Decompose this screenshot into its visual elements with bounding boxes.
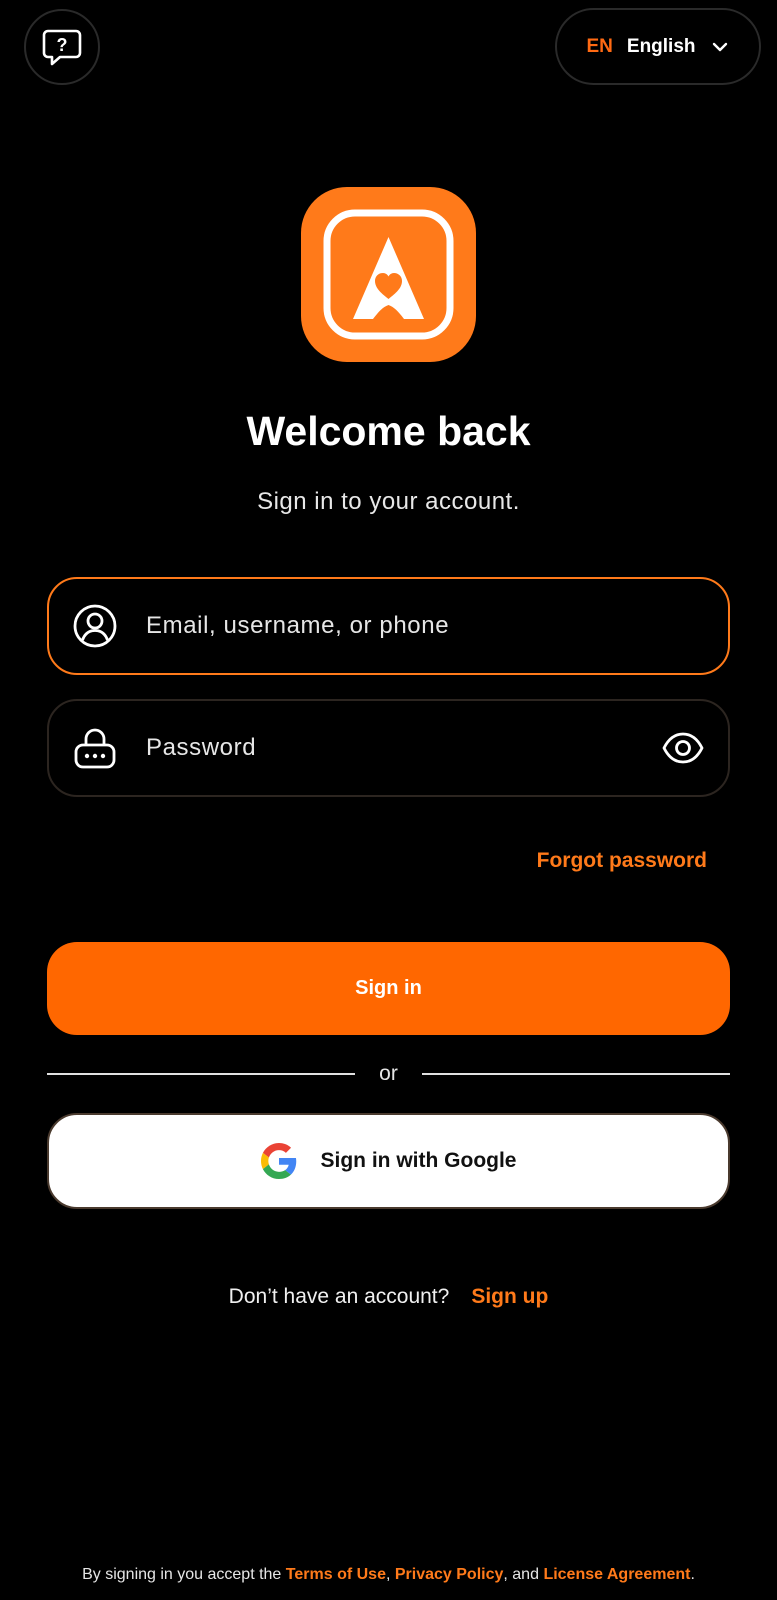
- language-code: EN: [586, 35, 613, 57]
- app-logo: [301, 187, 476, 362]
- email-field-container[interactable]: [47, 577, 730, 675]
- signup-prompt: Don’t have an account?: [228, 1285, 450, 1308]
- google-icon: [260, 1143, 296, 1179]
- page-title: Welcome back: [246, 408, 531, 454]
- divider-left: [47, 1073, 355, 1075]
- google-sign-in-button[interactable]: Sign in with Google: [47, 1113, 730, 1209]
- license-agreement-link[interactable]: License Agreement: [543, 1566, 690, 1583]
- help-button[interactable]: ?: [24, 9, 100, 85]
- divider-right: [422, 1073, 730, 1075]
- signup-row: Don’t have an account? Sign up: [0, 1285, 777, 1309]
- eye-icon: [662, 732, 704, 764]
- help-chat-icon: ?: [42, 29, 82, 66]
- legal-notice: By signing in you accept the Terms of Us…: [0, 1566, 777, 1584]
- password-input[interactable]: [146, 734, 660, 762]
- email-input[interactable]: [146, 612, 728, 640]
- toggle-password-visibility[interactable]: [660, 725, 706, 771]
- forgot-password-link[interactable]: Forgot password: [537, 849, 707, 873]
- language-name: English: [626, 35, 696, 57]
- legal-prefix: By signing in you accept the: [82, 1566, 282, 1583]
- svg-text:?: ?: [57, 35, 68, 55]
- sign-up-link[interactable]: Sign up: [471, 1285, 548, 1308]
- page-subtitle: Sign in to your account.: [257, 488, 520, 515]
- privacy-policy-link[interactable]: Privacy Policy: [395, 1566, 504, 1583]
- language-selector[interactable]: EN English: [555, 8, 761, 85]
- app-logo-icon: [323, 209, 454, 340]
- user-circle-icon: [73, 604, 117, 648]
- password-field-container[interactable]: [47, 699, 730, 797]
- terms-of-use-link[interactable]: Terms of Use: [286, 1566, 386, 1583]
- divider-label: or: [379, 1062, 398, 1085]
- legal-sep-2: , and: [503, 1566, 539, 1583]
- lock-icon: [74, 728, 116, 769]
- chevron-down-icon: [712, 42, 727, 51]
- legal-sep-1: ,: [385, 1566, 391, 1583]
- legal-suffix: .: [690, 1566, 695, 1583]
- sign-in-button[interactable]: Sign in: [47, 942, 730, 1035]
- google-sign-in-label: Sign in with Google: [320, 1149, 517, 1172]
